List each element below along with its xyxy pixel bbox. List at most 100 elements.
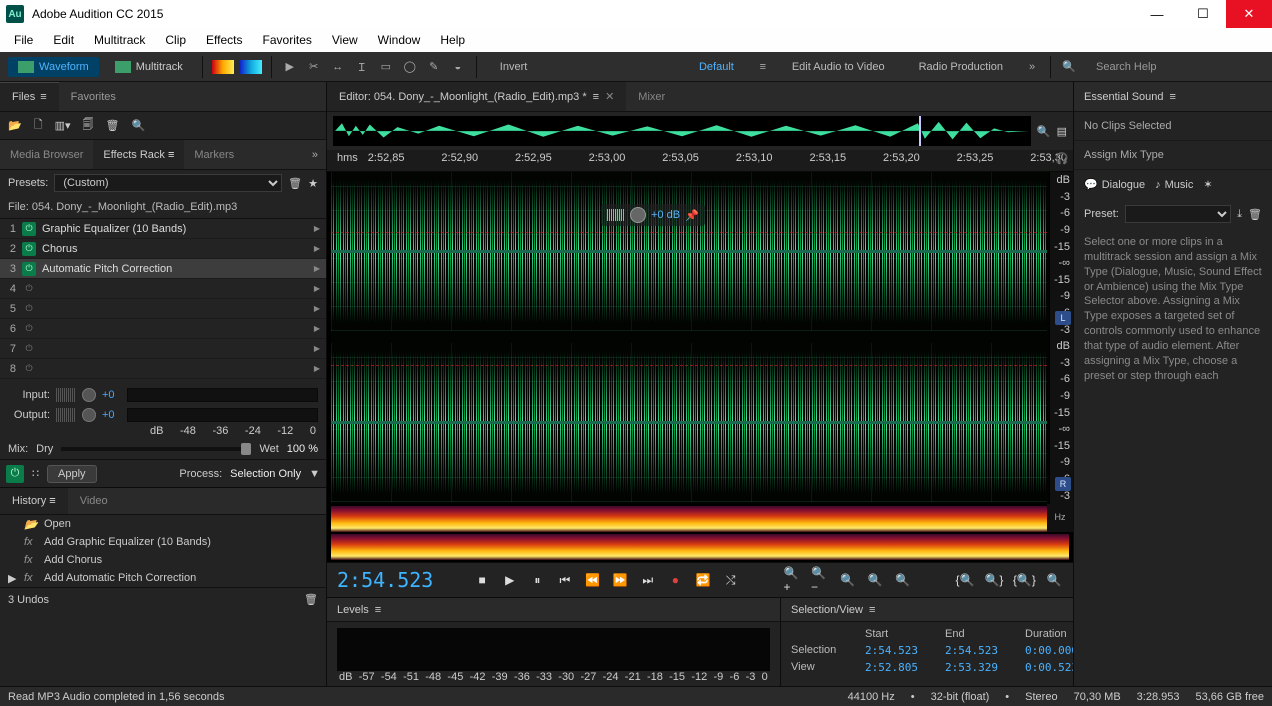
- tab-media-browser[interactable]: Media Browser: [0, 140, 93, 169]
- skip-end-button[interactable]: ⏭: [639, 569, 657, 591]
- menu-effects[interactable]: Effects: [196, 30, 252, 50]
- workspace-radio[interactable]: Radio Production: [905, 61, 1017, 73]
- loop-button[interactable]: 🔁: [694, 569, 712, 591]
- hud-pin-icon[interactable]: 📌: [685, 209, 699, 222]
- selview-menu-icon[interactable]: ≡: [869, 604, 875, 616]
- fx-row[interactable]: 1 ⏻ Graphic Equalizer (10 Bands) ▶: [0, 219, 326, 239]
- menu-file[interactable]: File: [4, 30, 43, 50]
- fx-arrow-icon[interactable]: ▶: [314, 224, 320, 233]
- selview-value[interactable]: 2:53.329: [945, 661, 1015, 674]
- fx-power-button[interactable]: ⏻: [22, 262, 36, 276]
- selview-value[interactable]: 2:54.523: [865, 644, 935, 657]
- invert-button[interactable]: Invert: [486, 61, 542, 73]
- fx-arrow-icon[interactable]: ▶: [314, 264, 320, 273]
- tab-video[interactable]: Video: [68, 488, 120, 514]
- fx-row[interactable]: 2 ⏻ Chorus ▶: [0, 239, 326, 259]
- mix-slider[interactable]: [61, 447, 251, 451]
- fx-power-button[interactable]: ⏻: [22, 222, 36, 236]
- fx-power-button[interactable]: ⏻: [22, 242, 36, 256]
- zoom-out-time-icon[interactable]: 🔍−: [811, 569, 829, 591]
- apply-button[interactable]: Apply: [47, 465, 97, 483]
- menu-help[interactable]: Help: [430, 30, 475, 50]
- es-preset-trash-icon[interactable]: 🗑: [1248, 208, 1262, 221]
- fx-power-button[interactable]: ⏻: [22, 302, 36, 316]
- editor-tab[interactable]: Editor: 054. Dony_-_Moonlight_(Radio_Edi…: [327, 82, 626, 111]
- channel-badge-left[interactable]: L: [1055, 311, 1071, 325]
- timecode[interactable]: 2:54.523: [337, 568, 433, 592]
- preset-select[interactable]: (Custom): [54, 174, 282, 192]
- preset-trash-icon[interactable]: 🗑: [288, 177, 302, 190]
- search-files-icon[interactable]: 🔍: [131, 119, 145, 132]
- history-item[interactable]: ▶fxAdd Automatic Pitch Correction: [0, 569, 326, 587]
- zoom-in-time-icon[interactable]: 🔍+: [783, 569, 801, 591]
- fx-arrow-icon[interactable]: ▶: [314, 324, 320, 333]
- es-preset-save-icon[interactable]: ⤓: [1237, 208, 1242, 221]
- zoom-overview-icon[interactable]: 🔍: [1037, 125, 1051, 138]
- zoom-reset-icon[interactable]: 🔍: [839, 569, 857, 591]
- time-select-icon[interactable]: Ｉ: [353, 58, 371, 76]
- mix-slider-thumb[interactable]: [241, 443, 251, 455]
- workspace-menu-icon[interactable]: ≡: [754, 58, 772, 76]
- slip-tool-icon[interactable]: ↔: [329, 58, 347, 76]
- move-tool-icon[interactable]: ▶: [281, 58, 299, 76]
- pause-button[interactable]: ⏸: [529, 569, 547, 591]
- hud-volume[interactable]: +0 dB 📌: [601, 204, 705, 226]
- tab-effects-rack[interactable]: Effects Rack ≡: [93, 140, 184, 169]
- skip-start-button[interactable]: ⏮: [556, 569, 574, 591]
- levels-menu-icon[interactable]: ≡: [375, 604, 381, 616]
- rewind-button[interactable]: ⏪: [584, 569, 602, 591]
- search-input[interactable]: Search Help: [1084, 61, 1264, 73]
- fx-row[interactable]: 3 ⏻ Automatic Pitch Correction ▶: [0, 259, 326, 279]
- tab-files[interactable]: Files≡: [0, 82, 59, 111]
- skip-selection-button[interactable]: ⤭: [722, 569, 740, 591]
- time-ruler[interactable]: hms 2:52,852:52,902:52,952:53,002:53,052…: [327, 150, 1073, 172]
- fx-row[interactable]: 6 ⏻ ▶: [0, 319, 326, 339]
- spot-heal-icon[interactable]: ◒: [449, 58, 467, 76]
- history-item[interactable]: fxAdd Chorus: [0, 551, 326, 569]
- trash-icon[interactable]: 🗑: [105, 119, 119, 132]
- tab-history[interactable]: History ≡: [0, 488, 68, 514]
- spectral-freq-icon[interactable]: [212, 60, 234, 74]
- fx-power-button[interactable]: ⏻: [22, 362, 36, 376]
- zoom-in-amp-icon[interactable]: 🔍: [866, 569, 884, 591]
- fx-arrow-icon[interactable]: ▶: [314, 244, 320, 253]
- stop-button[interactable]: ■: [473, 569, 491, 591]
- overview-waveform[interactable]: [333, 116, 1031, 146]
- close-file-icon[interactable]: 🗐: [82, 116, 93, 135]
- menu-edit[interactable]: Edit: [43, 30, 84, 50]
- process-dropdown-icon[interactable]: ▼: [309, 468, 320, 480]
- razor-tool-icon[interactable]: ✂: [305, 58, 323, 76]
- fx-power-button[interactable]: ⏻: [22, 342, 36, 356]
- headphone-icon[interactable]: 🎧: [1055, 152, 1069, 165]
- history-trash-icon[interactable]: 🗑: [304, 593, 318, 606]
- rack-options-icon[interactable]: ∷: [32, 467, 39, 480]
- panel-menu-icon[interactable]: ≡: [40, 91, 46, 103]
- zoom-sel-in-icon[interactable]: {🔍: [956, 569, 975, 591]
- insert-icon[interactable]: ▥▾: [55, 119, 71, 132]
- fx-arrow-icon[interactable]: ▶: [314, 364, 320, 373]
- overview-view-icon[interactable]: ▤: [1057, 125, 1067, 138]
- mixtype-music[interactable]: ♪Music: [1155, 178, 1193, 191]
- fx-arrow-icon[interactable]: ▶: [314, 304, 320, 313]
- mixtype-dialogue[interactable]: 💬Dialogue: [1084, 178, 1145, 191]
- waveform-display[interactable]: +0 dB 📌 dB-3-6-9-15-∞-15-9-6-3 dB-3-6-9-…: [327, 172, 1073, 504]
- fx-row[interactable]: 4 ⏻ ▶: [0, 279, 326, 299]
- hud-knob[interactable]: [630, 207, 646, 223]
- spectral-pitch-icon[interactable]: [240, 60, 262, 74]
- menu-multitrack[interactable]: Multitrack: [84, 30, 155, 50]
- rack-power-button[interactable]: ⏻: [6, 465, 24, 483]
- preset-favorite-icon[interactable]: ★: [308, 177, 318, 190]
- history-item[interactable]: fxAdd Graphic Equalizer (10 Bands): [0, 533, 326, 551]
- brush-icon[interactable]: ✎: [425, 58, 443, 76]
- workspace-overflow-icon[interactable]: »: [1023, 58, 1041, 76]
- tab-favorites[interactable]: Favorites: [59, 82, 128, 111]
- minimize-button[interactable]: —: [1134, 0, 1180, 28]
- fx-power-button[interactable]: ⏻: [22, 322, 36, 336]
- new-file-icon[interactable]: 🗋: [34, 116, 43, 135]
- menu-view[interactable]: View: [322, 30, 368, 50]
- fx-arrow-icon[interactable]: ▶: [314, 284, 320, 293]
- process-value[interactable]: Selection Only: [230, 468, 301, 480]
- fx-row[interactable]: 8 ⏻ ▶: [0, 359, 326, 379]
- tab-markers[interactable]: Markers: [184, 140, 244, 169]
- input-knob[interactable]: [82, 388, 96, 402]
